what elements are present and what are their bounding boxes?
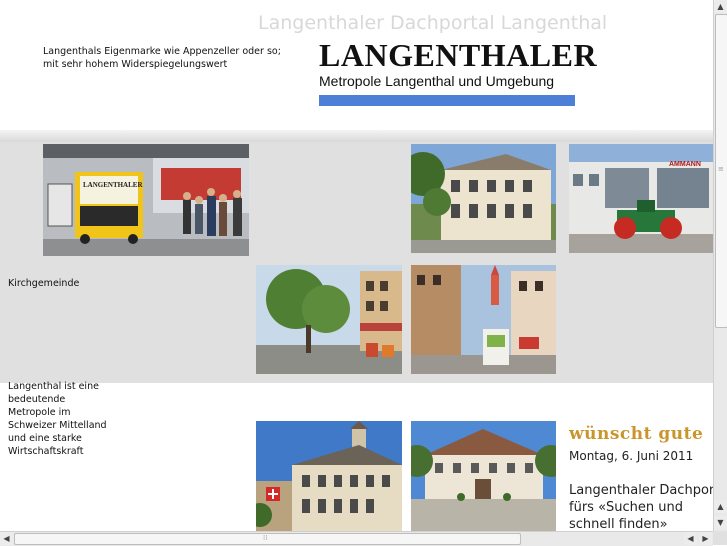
bus-sign-text: LANGENTHALER	[83, 181, 143, 189]
scroll-left-icon[interactable]: ◀	[0, 532, 13, 545]
castle-building-photo[interactable]	[411, 421, 556, 531]
photo-band-top	[0, 130, 713, 142]
site-title: Langenthaler Dachportal Langenthal	[258, 12, 608, 34]
logo-subtitle: Metropole Langenthal und Umgebung	[319, 73, 555, 89]
scroll-up-icon[interactable]: ▲	[714, 0, 727, 13]
scroll-right-icon[interactable]: ▶	[699, 532, 712, 545]
date-text: Montag, 6. Juni 2011	[569, 449, 694, 463]
kirchgemeinde-label[interactable]: Kirchgemeinde	[8, 278, 79, 289]
tagline: Langenthals Eigenmarke wie Appenzeller o…	[43, 46, 281, 70]
town-hall-photo[interactable]	[256, 421, 402, 531]
villa-building-photo[interactable]	[411, 144, 556, 253]
tree-street-photo[interactable]	[256, 265, 402, 374]
horizontal-scrollbar[interactable]: ◀ ⁞⁞ ◀ ▶	[0, 531, 713, 546]
scroll-down-icon[interactable]: ▼	[714, 516, 727, 529]
intro-text: Langenthal ist eine bedeutende Metropole…	[8, 381, 107, 457]
factory-sign-text: AMMANN	[669, 161, 701, 168]
factory-roller-photo[interactable]: AMMANN	[569, 144, 713, 253]
old-town-street-photo[interactable]	[411, 265, 556, 374]
logo-bar	[319, 95, 575, 106]
bus-station-photo[interactable]: LANGENTHALER	[43, 144, 249, 256]
site-logo[interactable]: LANGENTHALER Metropole Langenthal und Um…	[319, 39, 597, 108]
grip-icon: ≡	[718, 165, 724, 173]
logo-main-text: LANGENTHALER	[319, 37, 598, 73]
scroll-left-small-icon[interactable]: ◀	[684, 532, 697, 545]
claim-text: Langenthaler Dachportal fürs «Suchen und s…	[569, 483, 727, 532]
grip-icon: ⁞⁞	[263, 534, 268, 542]
horizontal-scroll-thumb[interactable]: ⁞⁞	[14, 533, 521, 545]
vertical-scrollbar[interactable]: ▲ ≡ ▲ ▼	[713, 0, 727, 531]
scroll-up-small-icon[interactable]: ▲	[714, 500, 727, 513]
vertical-scroll-thumb[interactable]: ≡	[715, 14, 727, 328]
scrollbar-corner	[713, 531, 727, 545]
greeting-heading: wünscht gute	[569, 424, 704, 444]
